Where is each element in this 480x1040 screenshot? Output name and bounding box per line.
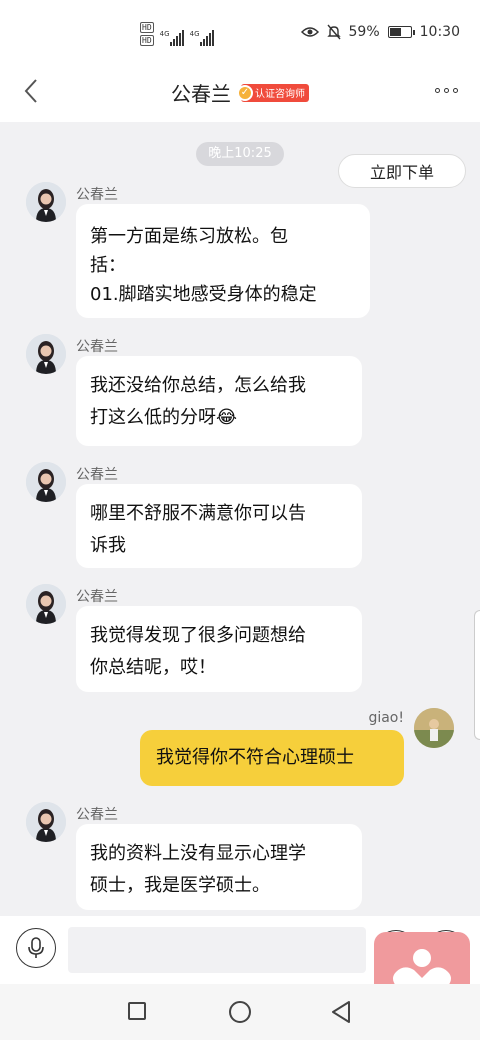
battery-percent: 59%: [348, 24, 380, 40]
message-line: 我觉得发现了很多问题想给: [90, 625, 306, 646]
side-drawer-handle[interactable]: [474, 610, 480, 740]
avatar[interactable]: [26, 182, 66, 222]
message-bubble[interactable]: 哪里不舒服不满意你可以告 诉我: [76, 484, 362, 568]
message-bubble[interactable]: 我的资料上没有显示心理学 硕士，我是医学硕士。: [76, 824, 362, 910]
message-line: 打这么低的分呀😂: [90, 407, 238, 428]
signal-indicators: HD HD 4G 4G: [140, 22, 214, 46]
message-line: 我还没给你总结，怎么给我: [90, 375, 306, 396]
message-line: 01.脚踏实地感受身体的稳定: [90, 284, 317, 305]
message-bubble[interactable]: 第一方面是练习放松。包 括： 01.脚踏实地感受身体的稳定: [76, 204, 370, 318]
avatar[interactable]: [26, 334, 66, 374]
hd-badge: HD: [140, 35, 154, 46]
message-bubble[interactable]: 我还没给你总结，怎么给我 打这么低的分呀😂: [76, 356, 362, 446]
message-line: 诉我: [90, 535, 126, 556]
eye-icon: [300, 26, 319, 38]
message-line: 第一方面是练习放松。包: [90, 226, 288, 247]
signal-icon: 4G: [190, 30, 214, 46]
chat-header: 公春兰 ✓ 认证咨询师: [0, 60, 480, 122]
hd-badge: HD: [140, 22, 154, 33]
bell-off-icon: [326, 24, 341, 40]
message-bubble[interactable]: 我觉得发现了很多问题想给 你总结呢，哎！: [76, 606, 362, 692]
message-line: 哪里不舒服不满意你可以告: [90, 503, 306, 524]
voice-icon[interactable]: [16, 928, 56, 968]
order-now-button[interactable]: 立即下单: [338, 154, 466, 188]
sender-name: 公春兰: [76, 339, 118, 355]
message-line: 括：: [90, 255, 126, 276]
avatar[interactable]: [26, 584, 66, 624]
check-seal-icon: ✓: [237, 84, 253, 101]
clock: 10:30: [419, 24, 460, 40]
sender-name: 公春兰: [76, 807, 118, 823]
page-title: 公春兰: [171, 82, 231, 106]
message-bubble-own[interactable]: 我觉得你不符合心理硕士: [140, 730, 404, 786]
home-icon[interactable]: [229, 1001, 251, 1023]
more-icon[interactable]: [435, 88, 458, 93]
message-line: 硕士，我是医学硕士。: [90, 875, 270, 896]
status-bar: HD HD 4G 4G 59% 10:30: [0, 0, 480, 60]
certified-badge-label: 认证咨询师: [255, 89, 305, 100]
sender-name: 公春兰: [76, 467, 118, 483]
header-divider: [0, 122, 480, 140]
avatar[interactable]: [26, 462, 66, 502]
battery-icon: [387, 26, 415, 38]
recent-apps-icon[interactable]: [128, 1002, 146, 1020]
message-line: 你总结呢，哎！: [90, 657, 216, 678]
certified-badge: ✓ 认证咨询师: [237, 83, 309, 102]
sender-name: 公春兰: [76, 187, 118, 203]
system-nav-bar: [0, 984, 480, 1040]
timestamp: 晚上10:25: [196, 142, 284, 166]
sender-name: 公春兰: [76, 589, 118, 605]
avatar[interactable]: [26, 802, 66, 842]
own-avatar[interactable]: [414, 708, 454, 748]
message-line: 我觉得你不符合心理硕士: [156, 747, 354, 768]
nav-back-icon[interactable]: [330, 1000, 352, 1028]
sender-name: giao!: [368, 710, 404, 726]
chat-area[interactable]: 晚上10:25 立即下单 公春兰 第一方面是练习放松。包 括： 01.脚踏实地感…: [0, 140, 480, 916]
message-input[interactable]: [68, 927, 366, 973]
message-line: 我的资料上没有显示心理学: [90, 843, 306, 864]
signal-icon: 4G: [160, 30, 184, 46]
